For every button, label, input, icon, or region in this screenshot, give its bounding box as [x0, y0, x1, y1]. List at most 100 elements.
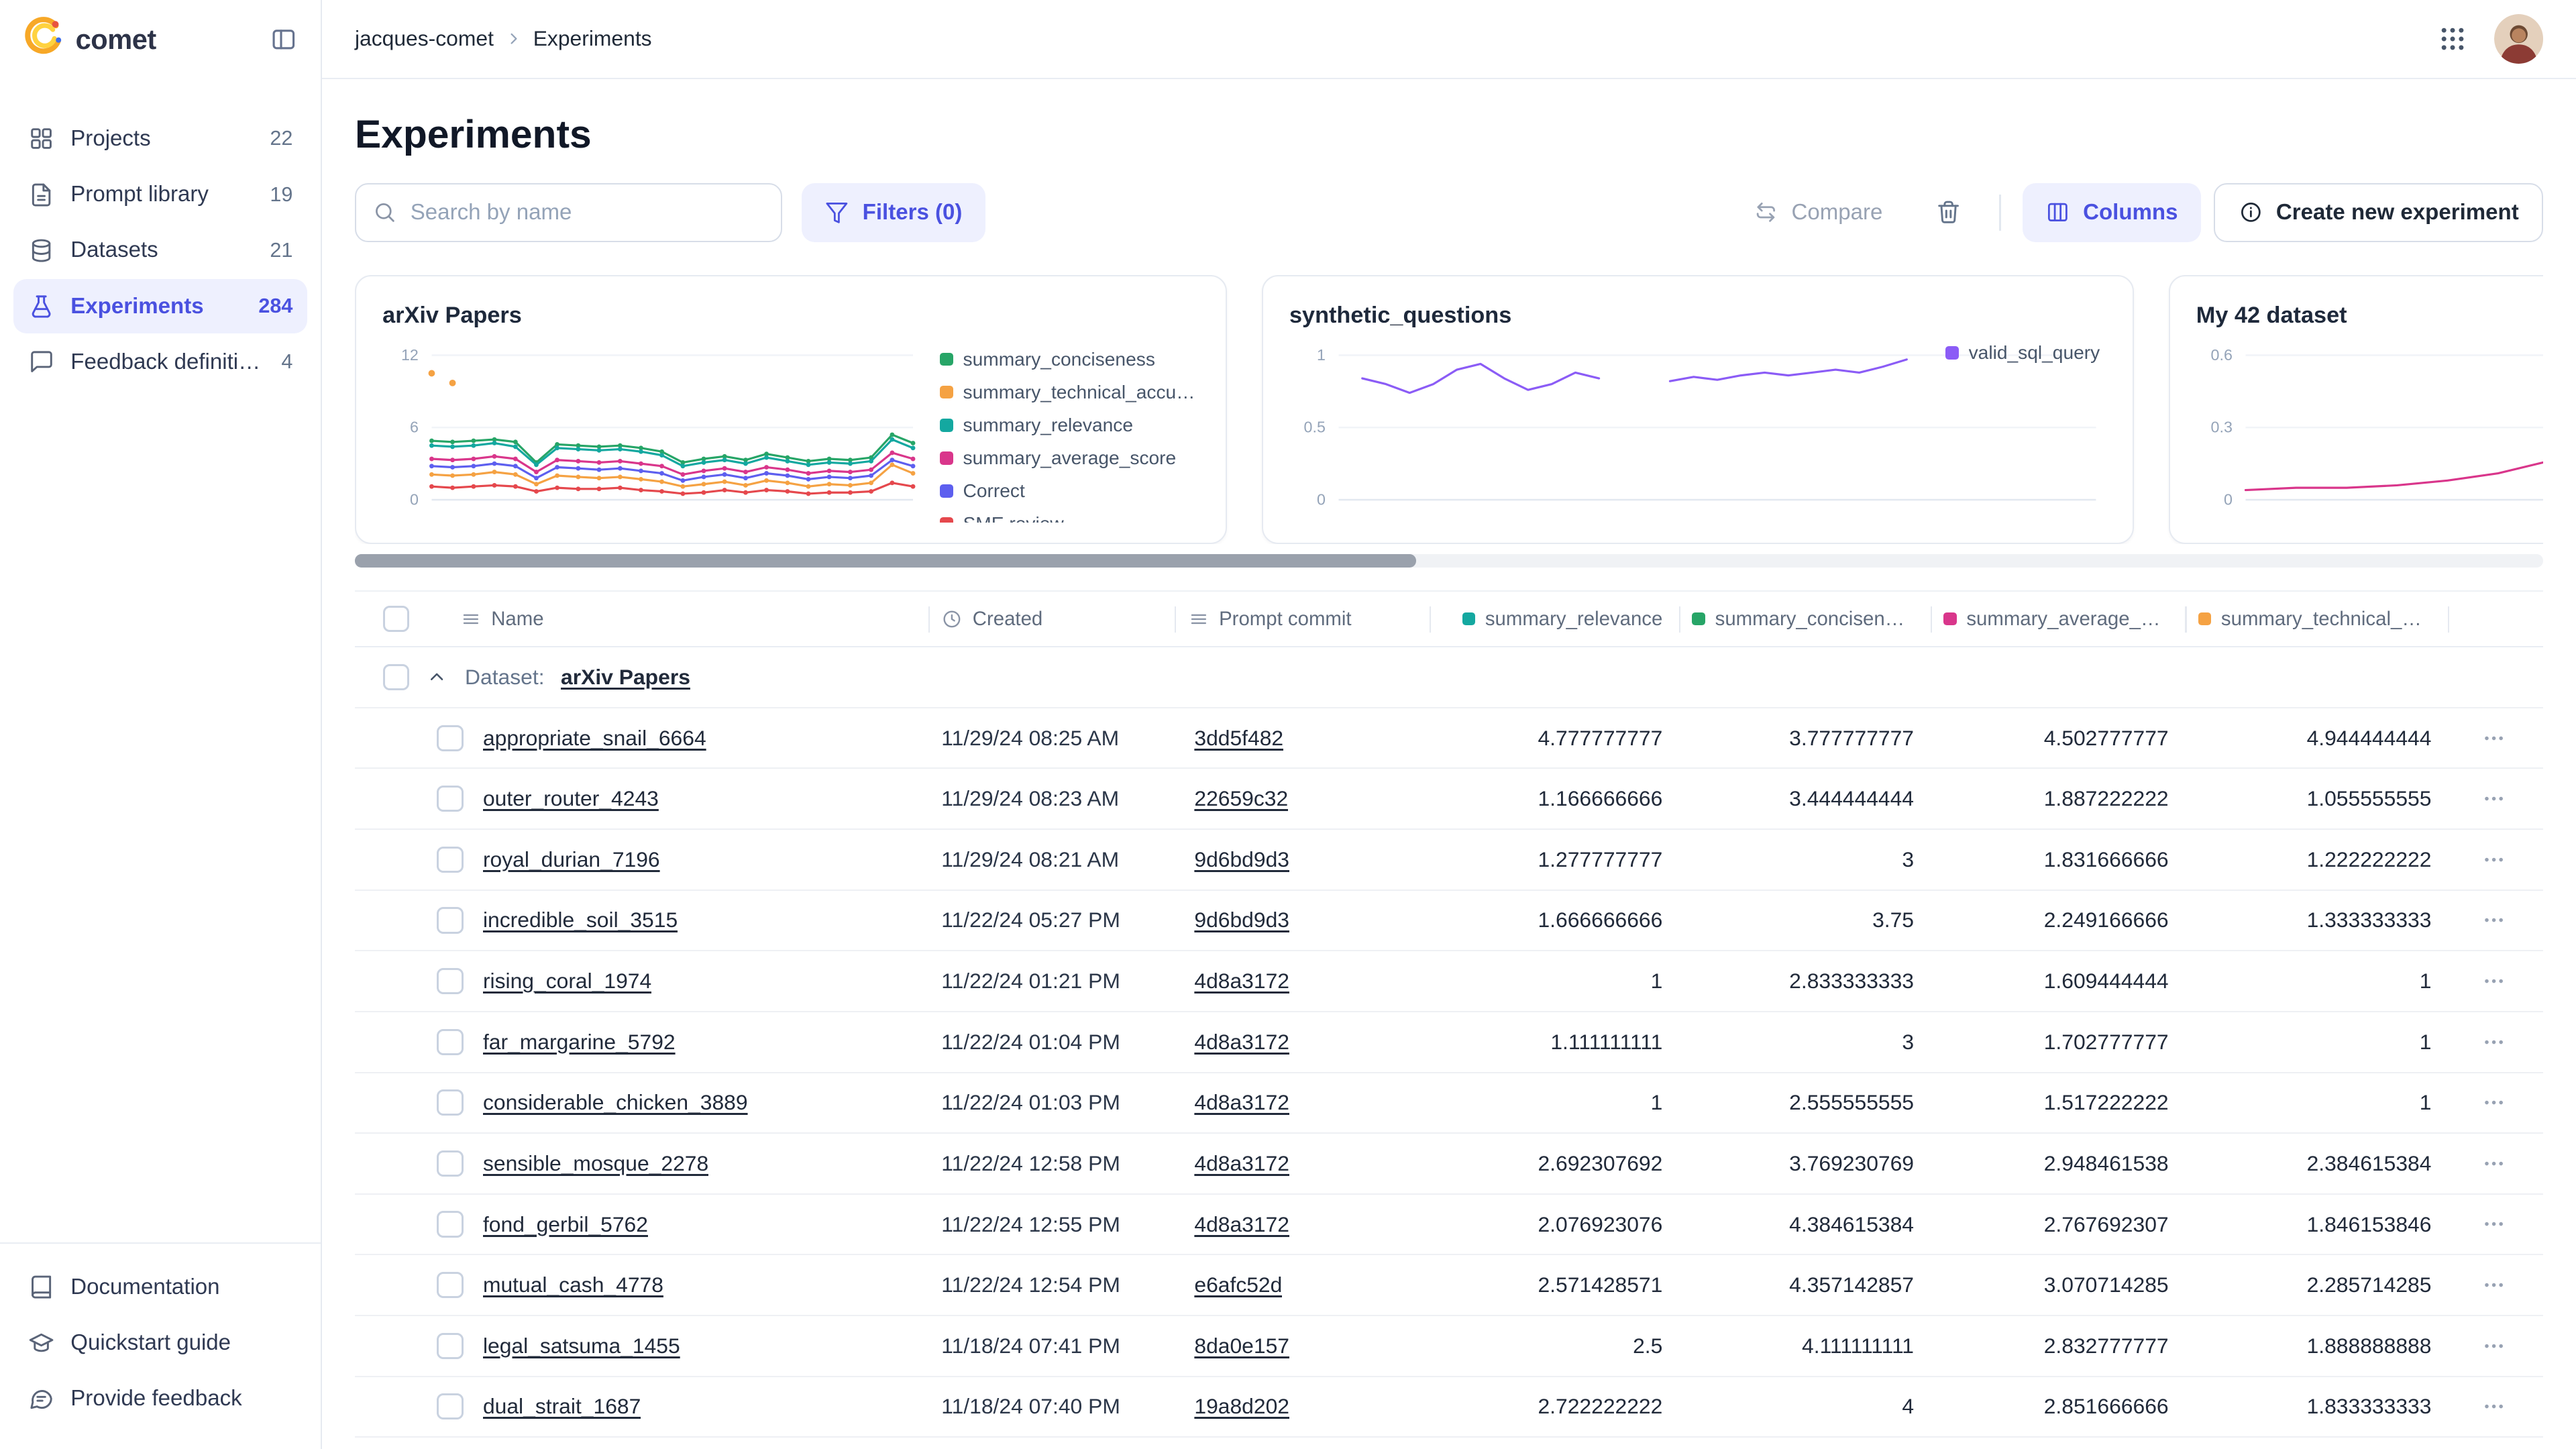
prompt-commit-link[interactable]: 8da0e157 — [1194, 1334, 1289, 1358]
columns-button[interactable]: Columns — [2023, 183, 2201, 242]
row-checkbox[interactable] — [437, 725, 463, 751]
column-header-prompt-commit[interactable]: Prompt commit — [1175, 592, 1430, 646]
row-checkbox[interactable] — [437, 1272, 463, 1298]
create-experiment-button[interactable]: Create new experiment — [2214, 183, 2543, 242]
created-cell: 11/22/24 01:04 PM — [928, 1030, 1175, 1055]
sidebar-item-documentation[interactable]: Documentation — [13, 1260, 308, 1314]
row-menu-button[interactable] — [2481, 847, 2507, 873]
row-menu-button[interactable] — [2481, 1089, 2507, 1116]
row-checkbox[interactable] — [437, 1029, 463, 1055]
experiment-name-link[interactable]: sensible_mosque_2278 — [483, 1151, 708, 1176]
experiment-name-link[interactable]: dual_strait_1687 — [483, 1394, 641, 1419]
horizontal-scrollbar[interactable] — [355, 554, 2543, 568]
row-checkbox[interactable] — [437, 1393, 463, 1419]
select-all-checkbox[interactable] — [383, 606, 409, 632]
brand-name: comet — [76, 23, 156, 56]
prompt-commit-link[interactable]: 9d6bd9d3 — [1194, 847, 1289, 872]
column-header-m2[interactable]: summary_conciseness — [1679, 592, 1931, 646]
app: comet Projects22Prompt library19Datasets… — [0, 0, 2576, 1449]
sidebar-collapse-icon[interactable] — [270, 25, 298, 54]
metric-cell-summary-average-score: 1.517222222 — [1931, 1090, 2186, 1115]
row-checkbox[interactable] — [437, 1333, 463, 1359]
prompt-commit-link[interactable]: 22659c32 — [1194, 786, 1288, 811]
sidebar-item-quickstart-guide[interactable]: Quickstart guide — [13, 1316, 308, 1371]
apps-grid-icon[interactable] — [2438, 24, 2467, 54]
legend-color-dot — [940, 484, 953, 498]
row-checkbox[interactable] — [437, 786, 463, 812]
actions-cell — [2448, 1211, 2543, 1237]
rows-icon — [1188, 608, 1210, 630]
search-input[interactable] — [411, 200, 764, 225]
row-menu-button[interactable] — [2481, 786, 2507, 812]
svg-text:0.5: 0.5 — [1304, 418, 1326, 435]
row-menu-button[interactable] — [2481, 725, 2507, 751]
chart-card-1[interactable]: synthetic_questions00.51valid_sql_query — [1262, 275, 2134, 545]
sidebar-item-prompt-library[interactable]: Prompt library19 — [13, 168, 308, 222]
legend-item: summary_technical_accuracy — [940, 382, 1199, 403]
compare-button[interactable]: Compare — [1731, 183, 1906, 242]
prompt-commit-link[interactable]: 4d8a3172 — [1194, 969, 1289, 994]
column-header-name[interactable]: Name — [447, 592, 928, 646]
experiment-name-link[interactable]: outer_router_4243 — [483, 786, 659, 811]
column-header-m4[interactable]: summary_technical_accuracy — [2185, 592, 2448, 646]
prompt-commit-link[interactable]: 9d6bd9d3 — [1194, 908, 1289, 932]
sidebar-item-projects[interactable]: Projects22 — [13, 112, 308, 166]
row-checkbox[interactable] — [437, 1211, 463, 1237]
row-checkbox[interactable] — [437, 968, 463, 994]
row-menu-button[interactable] — [2481, 1029, 2507, 1055]
filters-button[interactable]: Filters (0) — [802, 183, 985, 242]
group-checkbox[interactable] — [383, 664, 409, 690]
row-checkbox[interactable] — [437, 847, 463, 873]
experiment-name-link[interactable]: fond_gerbil_5762 — [483, 1212, 648, 1237]
chat-icon — [28, 1386, 54, 1412]
table-row: ready_hatchback_726811/17/24 03:53 PMf2d… — [355, 1438, 2543, 1449]
sidebar-item-count: 22 — [270, 127, 292, 150]
chevron-up-icon[interactable] — [425, 665, 448, 688]
row-menu-button[interactable] — [2481, 1333, 2507, 1359]
chart-card-0[interactable]: arXiv Papers0612summary_concisenesssumma… — [355, 275, 1227, 545]
experiment-name-link[interactable]: appropriate_snail_6664 — [483, 726, 706, 751]
row-menu-button[interactable] — [2481, 1150, 2507, 1177]
metric-cell-summary-technical-accuracy: 2.285714285 — [2185, 1273, 2448, 1297]
prompt-commit-link[interactable]: 3dd5f482 — [1194, 726, 1283, 751]
metric-cell-summary-technical-accuracy: 1 — [2185, 1090, 2448, 1115]
row-menu-button[interactable] — [2481, 907, 2507, 933]
prompt-commit-link[interactable]: 4d8a3172 — [1194, 1030, 1289, 1055]
sidebar-item-experiments[interactable]: Experiments284 — [13, 279, 308, 333]
legend-color-dot — [940, 451, 953, 465]
row-checkbox[interactable] — [437, 907, 463, 933]
column-header-m3[interactable]: summary_average_score — [1931, 592, 2186, 646]
breadcrumb-workspace-link[interactable]: jacques-comet — [355, 26, 494, 51]
experiment-name-link[interactable]: considerable_chicken_3889 — [483, 1090, 748, 1115]
row-menu-button[interactable] — [2481, 1393, 2507, 1419]
prompt-commit-link[interactable]: 4d8a3172 — [1194, 1212, 1289, 1237]
sidebar-item-feedback-definitions[interactable]: Feedback definitions4 — [13, 335, 308, 390]
prompt-commit-link[interactable]: 4d8a3172 — [1194, 1090, 1289, 1115]
group-dataset-link[interactable]: arXiv Papers — [561, 665, 690, 690]
delete-button[interactable] — [1919, 183, 1978, 242]
chart-card-2[interactable]: My 42 dataset00.30.6 — [2169, 275, 2543, 545]
experiment-name-link[interactable]: royal_durian_7196 — [483, 847, 660, 872]
row-menu-button[interactable] — [2481, 1272, 2507, 1298]
row-checkbox[interactable] — [437, 1089, 463, 1116]
experiment-name-link[interactable]: far_margarine_5792 — [483, 1030, 676, 1055]
row-menu-button[interactable] — [2481, 1211, 2507, 1237]
sidebar-item-datasets[interactable]: Datasets21 — [13, 223, 308, 278]
sidebar-nav: Projects22Prompt library19Datasets21Expe… — [0, 79, 321, 390]
column-header-m1[interactable]: summary_relevance — [1430, 592, 1679, 646]
experiment-name-link[interactable]: incredible_soil_3515 — [483, 908, 678, 932]
prompt-commit-link[interactable]: 4d8a3172 — [1194, 1151, 1289, 1176]
avatar[interactable] — [2494, 14, 2543, 63]
search-box[interactable] — [355, 183, 782, 242]
experiment-name-link[interactable]: legal_satsuma_1455 — [483, 1334, 680, 1358]
column-header-created[interactable]: Created — [928, 592, 1175, 646]
experiment-name-link[interactable]: mutual_cash_4778 — [483, 1273, 663, 1297]
row-menu-button[interactable] — [2481, 968, 2507, 994]
comet-logo[interactable]: comet — [23, 15, 156, 63]
sidebar-item-provide-feedback[interactable]: Provide feedback — [13, 1372, 308, 1426]
prompt-commit-link[interactable]: e6afc52d — [1194, 1273, 1282, 1297]
experiment-name-link[interactable]: rising_coral_1974 — [483, 969, 651, 994]
scrollbar-thumb[interactable] — [355, 554, 1416, 568]
row-checkbox[interactable] — [437, 1150, 463, 1177]
prompt-commit-link[interactable]: 19a8d202 — [1194, 1394, 1289, 1419]
